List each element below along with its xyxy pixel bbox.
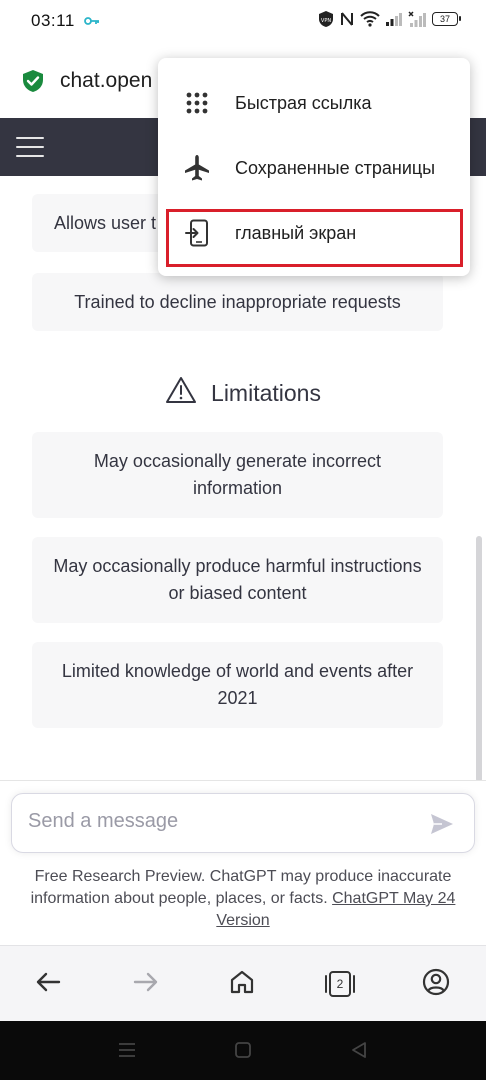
status-time: 03:11 (31, 11, 75, 30)
limitation-card: May occasionally generate incorrect info… (32, 432, 443, 518)
message-input[interactable] (28, 810, 408, 833)
menu-item-label: Быстрая ссылка (235, 92, 372, 113)
limitation-card: Limited knowledge of world and events af… (32, 642, 443, 728)
menu-item-quick-link[interactable]: Быстрая ссылка (158, 71, 470, 135)
limitation-card-text: May occasionally produce harmful instruc… (53, 556, 422, 603)
limitations-heading: Limitations (0, 376, 486, 410)
menu-item-label: Сохраненные страницы (235, 157, 436, 178)
account-button[interactable] (418, 966, 454, 1002)
disclaimer: Free Research Preview. ChatGPT may produ… (18, 866, 468, 932)
grid-dots-icon (183, 89, 211, 117)
input-area: Free Research Preview. ChatGPT may produ… (0, 780, 486, 945)
tabs-count: 2 (336, 977, 344, 991)
message-box[interactable] (11, 793, 475, 853)
battery-icon: 37 (432, 12, 461, 26)
capability-card: Trained to decline inappropriate request… (32, 273, 443, 331)
battery-level: 37 (439, 14, 450, 24)
arrow-right-icon (133, 971, 159, 998)
limitation-card-text: Limited knowledge of world and events af… (61, 661, 414, 708)
system-nav-bar (0, 1021, 486, 1080)
highlight-box (166, 209, 463, 267)
home-icon (229, 969, 255, 1000)
browser-bottom-nav: 2 (0, 945, 486, 1021)
account-icon (422, 968, 450, 1001)
status-bar: 03:11 VPN 37 (0, 0, 486, 44)
nfc-icon (340, 11, 354, 27)
signal-off-icon (408, 11, 426, 27)
url-text[interactable]: chat.open (60, 69, 152, 93)
capability-card-partial-text: Allows user t (54, 212, 157, 233)
airplane-icon (183, 154, 211, 182)
warning-triangle-icon (165, 376, 197, 410)
system-home-icon[interactable] (234, 1041, 252, 1064)
page-scrollbar[interactable] (476, 536, 482, 780)
system-back-icon[interactable] (350, 1041, 368, 1064)
limitation-card: May occasionally produce harmful instruc… (32, 537, 443, 623)
tabs-icon: 2 (323, 970, 357, 998)
forward-button[interactable] (128, 966, 164, 1002)
home-button[interactable] (224, 966, 260, 1002)
key-icon (84, 13, 100, 31)
wifi-icon (360, 11, 380, 27)
send-icon[interactable] (430, 813, 454, 840)
secure-shield-icon[interactable] (22, 69, 44, 98)
arrow-left-icon (35, 971, 61, 998)
hamburger-menu-icon[interactable] (16, 137, 44, 157)
back-button[interactable] (30, 966, 66, 1002)
limitations-title: Limitations (211, 379, 321, 406)
signal-icon (386, 12, 402, 26)
svg-text:VPN: VPN (321, 18, 331, 24)
menu-item-saved-pages[interactable]: Сохраненные страницы (158, 136, 470, 200)
capability-card-text: Trained to decline inappropriate request… (74, 291, 401, 312)
tabs-button[interactable]: 2 (322, 966, 358, 1002)
recents-menu-icon[interactable] (118, 1041, 136, 1064)
vpn-icon: VPN (318, 10, 334, 28)
limitation-card-text: May occasionally generate incorrect info… (93, 451, 382, 498)
